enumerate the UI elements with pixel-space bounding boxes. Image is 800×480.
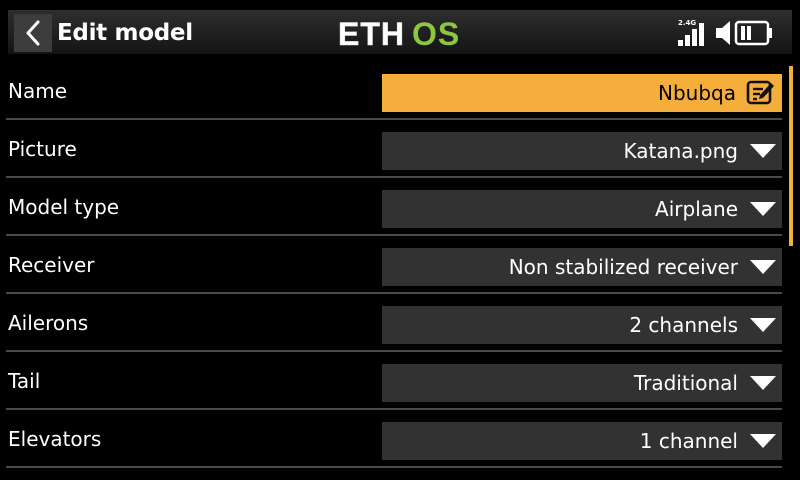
receiver-label: Receiver xyxy=(8,253,95,277)
picture-value: Katana.png xyxy=(623,139,738,163)
ailerons-value: 2 channels xyxy=(629,313,738,337)
chevron-down-icon xyxy=(750,260,776,274)
edit-model-screen: Edit model ETH OS 2.4G Name Nbubqa Pictu… xyxy=(0,0,800,480)
settings-list: Name Nbubqa Picture Katana.png Model typ xyxy=(0,62,790,468)
logo-accent-text: OS xyxy=(412,18,460,50)
ethos-logo: ETH OS xyxy=(338,18,460,50)
row-ailerons: Ailerons 2 channels xyxy=(0,294,790,352)
row-name: Name Nbubqa xyxy=(0,62,790,120)
chevron-down-icon xyxy=(750,376,776,390)
model-type-label: Model type xyxy=(8,195,120,219)
header: Edit model ETH OS 2.4G xyxy=(0,0,800,62)
ailerons-dropdown[interactable]: 2 channels xyxy=(382,306,782,344)
receiver-dropdown[interactable]: Non stabilized receiver xyxy=(382,248,782,286)
name-value: Nbubqa xyxy=(658,81,736,105)
chevron-down-icon xyxy=(750,434,776,448)
ailerons-label: Ailerons xyxy=(8,311,89,335)
chevron-down-icon xyxy=(750,202,776,216)
page-title: Edit model xyxy=(57,20,193,46)
tail-label: Tail xyxy=(8,369,41,393)
model-type-dropdown[interactable]: Airplane xyxy=(382,190,782,228)
elevators-dropdown[interactable]: 1 channel xyxy=(382,422,782,460)
status-area: 2.4G xyxy=(678,19,772,46)
chevron-down-icon xyxy=(750,144,776,158)
tail-dropdown[interactable]: Traditional xyxy=(382,364,782,402)
row-picture: Picture Katana.png xyxy=(0,120,790,178)
chevron-left-icon xyxy=(26,20,40,46)
back-button[interactable] xyxy=(14,14,52,52)
speaker-icon xyxy=(716,21,730,45)
name-label: Name xyxy=(8,79,68,103)
model-type-value: Airplane xyxy=(655,197,738,221)
row-model-type: Model type Airplane xyxy=(0,178,790,236)
row-receiver: Receiver Non stabilized receiver xyxy=(0,236,790,294)
edit-icon xyxy=(746,80,774,105)
tail-value: Traditional xyxy=(633,371,738,395)
chevron-down-icon xyxy=(750,318,776,332)
scrollbar[interactable] xyxy=(789,66,793,246)
row-elevators: Elevators 1 channel xyxy=(0,410,790,468)
picture-dropdown[interactable]: Katana.png xyxy=(382,132,782,170)
elevators-label: Elevators xyxy=(8,427,102,451)
band-label: 2.4G xyxy=(678,19,696,27)
row-tail: Tail Traditional xyxy=(0,352,790,410)
picture-label: Picture xyxy=(8,137,77,161)
elevators-value: 1 channel xyxy=(639,429,738,453)
logo-text: ETH xyxy=(338,18,405,50)
name-field[interactable]: Nbubqa xyxy=(382,74,782,112)
receiver-value: Non stabilized receiver xyxy=(508,255,738,279)
battery-icon xyxy=(734,20,772,46)
